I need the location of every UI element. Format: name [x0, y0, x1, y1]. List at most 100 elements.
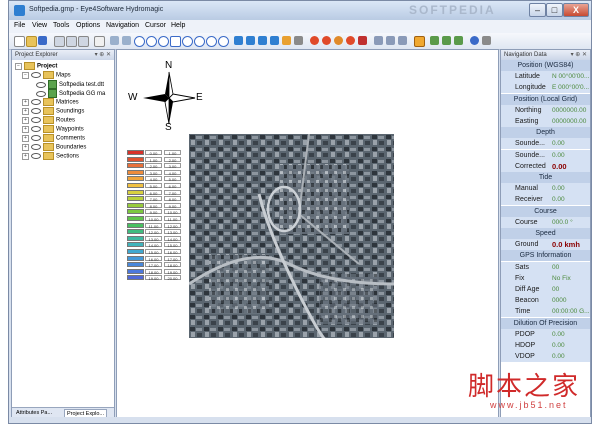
maximize-button[interactable]: □: [546, 3, 563, 17]
folder-icon: [43, 116, 54, 124]
visibility-eye-icon[interactable]: [31, 144, 41, 150]
about-icon[interactable]: [482, 36, 491, 45]
legend-swatch: [127, 262, 144, 268]
zoom-window-icon[interactable]: [158, 36, 169, 47]
tree-item-waypoints[interactable]: + Waypoints: [22, 125, 84, 134]
nav-value: 0.00: [552, 161, 567, 171]
record-icon[interactable]: [310, 36, 319, 45]
map-canvas[interactable]: N E S W 0.00 1.00 1.00 2.00 2.00 3.00 3.00 4.00…: [116, 49, 499, 419]
map-file-icon: [48, 89, 57, 98]
legend-swatch: [127, 249, 144, 254]
delete-icon[interactable]: [358, 36, 367, 45]
open-folder-icon[interactable]: [26, 36, 37, 47]
visibility-eye-icon[interactable]: [31, 153, 41, 159]
cross-section-icon[interactable]: [442, 36, 451, 45]
legend-range-from: 15.00: [145, 249, 162, 255]
playback-icon[interactable]: [346, 36, 355, 45]
tree-item-routes[interactable]: + Routes: [22, 116, 75, 125]
visibility-eye-icon[interactable]: [31, 108, 41, 114]
panel-controls[interactable]: ▾ ⊕ ✕: [571, 50, 587, 60]
cut-icon[interactable]: [54, 36, 65, 47]
zoom-out-icon[interactable]: [146, 36, 157, 47]
new-file-icon[interactable]: [14, 36, 25, 47]
expand-icon[interactable]: +: [22, 143, 29, 151]
expand-icon[interactable]: +: [22, 107, 29, 115]
route-icon[interactable]: [282, 36, 291, 45]
expand-icon[interactable]: +: [22, 125, 29, 133]
pause-icon[interactable]: [334, 36, 343, 45]
legend-range-to: 10.00: [164, 209, 181, 215]
tree-item-soundings[interactable]: + Soundings: [22, 107, 84, 116]
tree-item-boundaries[interactable]: + Boundaries: [22, 143, 86, 152]
zoom-previous-icon[interactable]: [182, 36, 193, 47]
minimize-button[interactable]: –: [529, 3, 546, 17]
tree-item-comments[interactable]: + Comments: [22, 134, 85, 143]
tide-icon[interactable]: [454, 36, 463, 45]
expand-icon[interactable]: +: [22, 98, 29, 106]
expand-icon[interactable]: +: [22, 134, 29, 142]
menu-cursor[interactable]: Cursor: [145, 22, 166, 29]
north-up-icon[interactable]: [246, 36, 255, 45]
title-bar[interactable]: Softpedia.gmp - Eye4Software Hydromagic …: [9, 1, 591, 20]
save-icon[interactable]: [38, 36, 47, 45]
stop-icon[interactable]: [322, 36, 331, 45]
nav-label: Longitude: [515, 84, 546, 92]
zoom-in-icon[interactable]: [134, 36, 145, 47]
paste-icon[interactable]: [78, 36, 89, 47]
collapse-icon[interactable]: −: [15, 62, 22, 70]
visibility-eye-icon[interactable]: [31, 126, 41, 132]
zoom-next-icon[interactable]: [194, 36, 205, 47]
visibility-eye-icon[interactable]: [36, 81, 46, 88]
menu-view[interactable]: View: [32, 22, 47, 29]
collapse-icon[interactable]: −: [22, 71, 29, 79]
legend-range-to: 4.00: [164, 169, 181, 176]
echosounder-icon[interactable]: [386, 36, 395, 45]
help-icon[interactable]: [470, 36, 479, 45]
copy-icon[interactable]: [66, 36, 77, 47]
expand-icon[interactable]: +: [22, 152, 29, 160]
tree-item-sections[interactable]: + Sections: [22, 152, 79, 161]
project-icon[interactable]: [414, 36, 425, 47]
nav-section-heading: Position (Local Grid): [501, 93, 590, 105]
nav-value: 0.00: [552, 196, 565, 204]
visibility-eye-icon[interactable]: [31, 117, 41, 123]
tree-project[interactable]: − Project: [15, 62, 57, 71]
tree-item-matrices[interactable]: + Matrices: [22, 98, 79, 107]
tree-maps[interactable]: − Maps: [22, 71, 71, 80]
expand-icon[interactable]: +: [22, 116, 29, 124]
zoom-all-icon[interactable]: [206, 36, 217, 47]
pointer-icon[interactable]: [110, 36, 119, 45]
waypoint-icon[interactable]: [270, 36, 279, 45]
nav-label: PDOP: [515, 330, 535, 338]
nav-value: 0.00: [552, 140, 565, 148]
sensor-icon[interactable]: [398, 36, 407, 45]
tree-map-file[interactable]: Softpedia GG ma: [36, 89, 105, 98]
close-button[interactable]: X: [563, 3, 589, 17]
visibility-eye-icon[interactable]: [31, 99, 41, 105]
legend-range-from: 17.00: [145, 262, 162, 268]
zoom-selection-icon[interactable]: [218, 36, 229, 47]
visibility-eye-icon[interactable]: [31, 72, 41, 78]
legend-range-from: 14.00: [145, 242, 162, 248]
center-icon[interactable]: [234, 36, 243, 45]
menu-help[interactable]: Help: [171, 22, 185, 29]
menu-options[interactable]: Options: [76, 22, 100, 29]
tab-attributes[interactable]: Attributes Pa...: [14, 409, 54, 417]
legend-swatch: [127, 216, 144, 221]
track-icon[interactable]: [258, 36, 267, 45]
tree-map-file[interactable]: Softpedia test.dtt: [36, 80, 104, 89]
visibility-eye-icon[interactable]: [31, 135, 41, 141]
print-icon[interactable]: [94, 36, 105, 47]
panel-controls[interactable]: ▾ ⊕ ✕: [95, 50, 111, 60]
menu-navigation[interactable]: Navigation: [106, 22, 139, 29]
gps-settings-icon[interactable]: [374, 36, 383, 45]
hand-icon[interactable]: [122, 36, 131, 45]
menu-tools[interactable]: Tools: [53, 22, 69, 29]
profile-icon[interactable]: [430, 36, 439, 45]
visibility-eye-icon[interactable]: [36, 90, 46, 97]
menu-file[interactable]: File: [14, 22, 25, 29]
nav-row: Sats 00: [501, 261, 590, 273]
measure-icon[interactable]: [294, 36, 303, 45]
zoom-extents-icon[interactable]: [170, 36, 181, 47]
nav-section-heading: Tide: [501, 172, 590, 183]
